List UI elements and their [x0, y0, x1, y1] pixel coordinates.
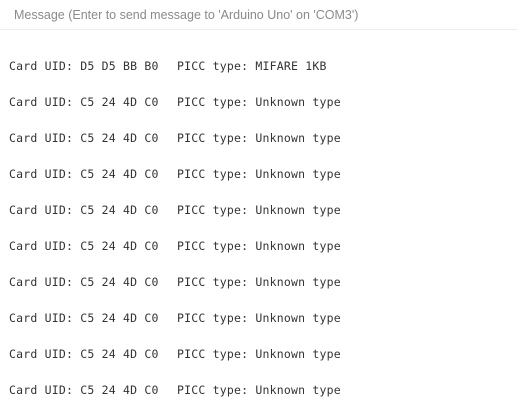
message-bar: [0, 0, 517, 30]
output-line: Card UID: C5 24 4D C0 PICC type: Unknown …: [9, 308, 341, 328]
card-uid: Card UID: C5 24 4D C0: [9, 383, 159, 397]
picc-type: PICC type: Unknown type: [177, 383, 341, 397]
output-line: Card UID: C5 24 4D C0 PICC type: Unknown …: [9, 164, 341, 184]
output-line: Card UID: C5 24 4D C0 PICC type: Unknown …: [9, 344, 341, 364]
picc-type: PICC type: Unknown type: [177, 239, 341, 253]
message-input[interactable]: [8, 5, 514, 25]
picc-type: PICC type: Unknown type: [177, 275, 341, 289]
card-uid: Card UID: C5 24 4D C0: [9, 239, 159, 253]
output-line: Card UID: C5 24 4D C0 PICC type: Unknown …: [9, 200, 341, 220]
card-uid: Card UID: C5 24 4D C0: [9, 95, 159, 109]
serial-monitor: Card UID: D5 D5 BB B0 PICC type: MIFARE 1…: [0, 0, 517, 401]
picc-type: PICC type: Unknown type: [177, 131, 341, 145]
output-line: Card UID: C5 24 4D C0 PICC type: Unknown …: [9, 236, 341, 256]
serial-output[interactable]: Card UID: D5 D5 BB B0 PICC type: MIFARE 1…: [0, 30, 517, 401]
output-line: Card UID: C5 24 4D C0 PICC type: Unknown …: [9, 272, 341, 292]
card-uid: Card UID: C5 24 4D C0: [9, 131, 159, 145]
picc-type: PICC type: MIFARE 1KB: [177, 59, 327, 73]
card-uid: Card UID: C5 24 4D C0: [9, 275, 159, 289]
picc-type: PICC type: Unknown type: [177, 167, 341, 181]
card-uid: Card UID: C5 24 4D C0: [9, 347, 159, 361]
card-uid: Card UID: C5 24 4D C0: [9, 167, 159, 181]
output-line: Card UID: D5 D5 BB B0 PICC type: MIFARE 1…: [9, 56, 327, 76]
picc-type: PICC type: Unknown type: [177, 311, 341, 325]
picc-type: PICC type: Unknown type: [177, 203, 341, 217]
card-uid: Card UID: C5 24 4D C0: [9, 311, 159, 325]
picc-type: PICC type: Unknown type: [177, 347, 341, 361]
card-uid: Card UID: D5 D5 BB B0: [9, 59, 159, 73]
output-line: Card UID: C5 24 4D C0 PICC type: Unknown …: [9, 380, 341, 400]
card-uid: Card UID: C5 24 4D C0: [9, 203, 159, 217]
output-line: Card UID: C5 24 4D C0 PICC type: Unknown …: [9, 128, 341, 148]
picc-type: PICC type: Unknown type: [177, 95, 341, 109]
output-line: Card UID: C5 24 4D C0 PICC type: Unknown …: [9, 92, 341, 112]
